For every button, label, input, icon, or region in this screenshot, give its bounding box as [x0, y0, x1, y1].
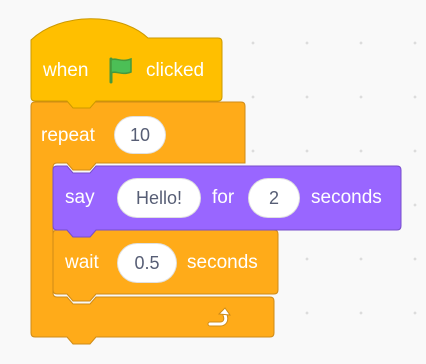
repeat-count-input[interactable]: 10: [114, 116, 166, 154]
say-message-input[interactable]: Hello!: [117, 178, 201, 218]
wait-seconds-label: seconds: [187, 252, 258, 273]
wait-seconds-input[interactable]: 0.5: [117, 243, 177, 283]
say-seconds-input[interactable]: 2: [248, 178, 300, 218]
clicked-label: clicked: [146, 60, 205, 81]
when-label: when: [43, 60, 89, 81]
say-seconds-label: seconds: [311, 187, 382, 208]
green-flag-icon: [109, 57, 132, 84]
repeat-label: repeat: [41, 125, 95, 146]
for-label: for: [212, 187, 235, 208]
wait-label: wait: [65, 252, 99, 273]
loop-arrow-icon: [207, 307, 232, 327]
script-area: when clicked repeat 10 say Hello! for 2 …: [0, 0, 426, 364]
say-label: say: [65, 187, 95, 208]
